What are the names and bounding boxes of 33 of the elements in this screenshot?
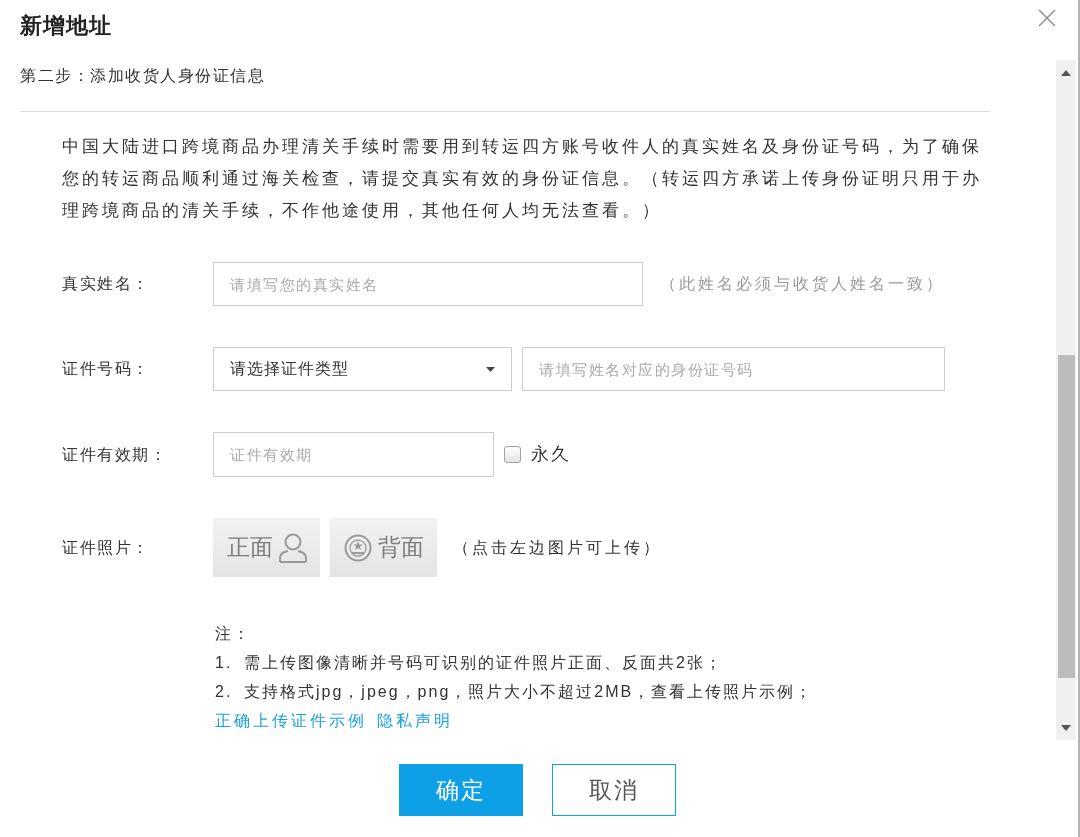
note-text: 支持格式jpg，jpeg，png，照片大小不超过2MB，查看上传照片示例； [244, 682, 814, 702]
person-icon [278, 532, 307, 563]
field-label: 证件照片： [62, 537, 151, 558]
confirm-button[interactable]: 确定 [398, 764, 523, 816]
field-hint: （此姓名必须与收货人姓名一致） [660, 274, 945, 294]
intro-paragraph: 中国大陆进口跨境商品办理清关手续时需要用到转运四方账号收件人的真实姓名及身份证号码，为了确保您的转运商品顺利通过海关检查，请提交真实有效的身份证信息。（转运四方承诺上传身份证明只用于办理跨境商品的清关手续，不作他途使用，其他任何人均无法查看。） [62, 136, 983, 222]
field-label: 证件号码： [62, 359, 151, 379]
field-hint: （点击左边图片可上传） [453, 537, 662, 558]
field-label: 证件有效期： [62, 444, 168, 465]
scrollbar-thumb[interactable] [1057, 355, 1075, 678]
expiry-date-input[interactable]: 证件有效期 [213, 432, 494, 477]
id-number-input[interactable]: 请填写姓名对应的身份证号码 [522, 347, 945, 391]
emblem-icon [343, 533, 372, 562]
id-type-select[interactable]: 请选择证件类型 [213, 347, 512, 391]
note-link[interactable]: 隐私声明 [377, 706, 453, 735]
checkbox[interactable] [504, 446, 521, 463]
step-title: 第二步：添加收货人身份证信息 [20, 66, 265, 86]
note-number: 1. [215, 653, 234, 673]
scroll-up-icon[interactable] [1061, 70, 1071, 76]
note-number: 2. [215, 682, 234, 702]
scroll-down-icon[interactable] [1061, 725, 1071, 731]
caret-icon [486, 366, 495, 372]
name-input[interactable]: 请填写您的真实姓名 [213, 262, 643, 306]
close-icon[interactable] [1038, 9, 1056, 27]
checkbox-label: 永久 [531, 443, 571, 466]
photo-upload-tile[interactable]: 正面 [213, 518, 320, 577]
field-label: 真实姓名： [62, 274, 151, 294]
dialog-title: 新增地址 [20, 12, 112, 40]
cancel-button[interactable]: 取消 [551, 764, 676, 816]
photo-upload-tile[interactable]: 背面 [330, 518, 437, 577]
note-link[interactable]: 正确上传证件示例 [215, 706, 367, 735]
notes-title: 注： [215, 624, 251, 644]
note-text: 需上传图像清晰并号码可识别的证件照片正面、反面共2张； [244, 653, 723, 673]
